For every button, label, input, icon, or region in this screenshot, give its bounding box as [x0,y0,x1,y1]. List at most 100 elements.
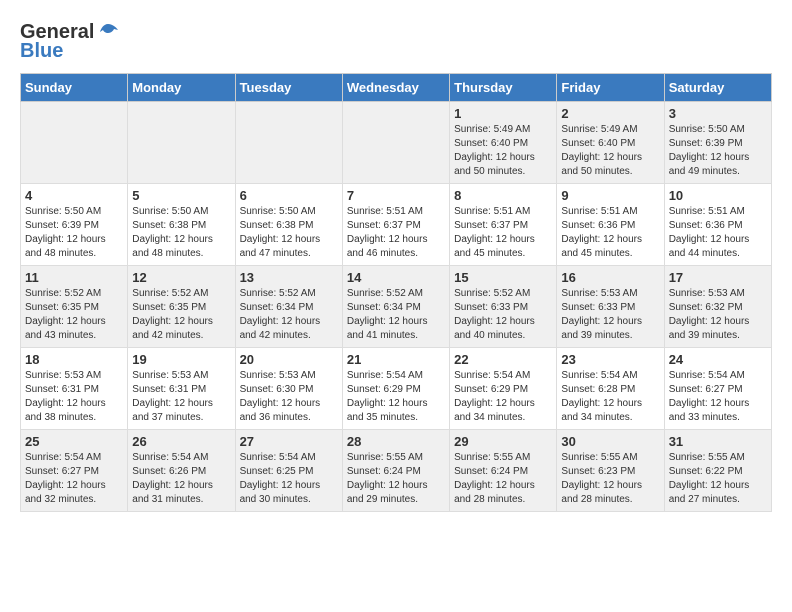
day-info: Sunrise: 5:51 AM Sunset: 6:37 PM Dayligh… [347,205,445,261]
day-info: Sunrise: 5:54 AM Sunset: 6:29 PM Dayligh… [347,369,445,425]
day-info: Sunrise: 5:53 AM Sunset: 6:33 PM Dayligh… [561,287,659,343]
calendar-header-monday: Monday [128,74,235,102]
day-info: Sunrise: 5:52 AM Sunset: 6:34 PM Dayligh… [347,287,445,343]
calendar-week-1: 1 Sunrise: 5:49 AM Sunset: 6:40 PM Daylig… [21,102,772,184]
calendar-cell: 25 Sunrise: 5:54 AM Sunset: 6:27 PM Dayli… [21,430,128,512]
calendar-cell: 9 Sunrise: 5:51 AM Sunset: 6:36 PM Daylig… [557,184,664,266]
day-info: Sunrise: 5:53 AM Sunset: 6:31 PM Dayligh… [132,369,230,425]
day-info: Sunrise: 5:53 AM Sunset: 6:32 PM Dayligh… [669,287,767,343]
day-number: 24 [669,352,767,367]
calendar-week-5: 25 Sunrise: 5:54 AM Sunset: 6:27 PM Dayli… [21,430,772,512]
day-number: 13 [240,270,338,285]
calendar-cell: 11 Sunrise: 5:52 AM Sunset: 6:35 PM Dayli… [21,266,128,348]
calendar-cell: 20Sunrise: 5:53 AM Sunset: 6:30 PM Dayli… [235,348,342,430]
calendar-week-2: 4Sunrise: 5:50 AM Sunset: 6:39 PM Daylig… [21,184,772,266]
day-info: Sunrise: 5:52 AM Sunset: 6:35 PM Dayligh… [25,287,123,343]
page: General Blue SundayMondayTuesdayWednesda… [0,0,792,532]
calendar-cell: 22Sunrise: 5:54 AM Sunset: 6:29 PM Dayli… [450,348,557,430]
calendar-table: SundayMondayTuesdayWednesdayThursdayFrid… [20,73,772,512]
calendar-cell: 19 Sunrise: 5:53 AM Sunset: 6:31 PM Dayli… [128,348,235,430]
calendar-cell: 6Sunrise: 5:50 AM Sunset: 6:38 PM Daylig… [235,184,342,266]
day-info: Sunrise: 5:49 AM Sunset: 6:40 PM Dayligh… [561,123,659,179]
calendar-header-row: SundayMondayTuesdayWednesdayThursdayFrid… [21,74,772,102]
day-info: Sunrise: 5:53 AM Sunset: 6:31 PM Dayligh… [25,369,123,425]
day-number: 9 [561,188,659,203]
calendar-header-saturday: Saturday [664,74,771,102]
day-number: 12 [132,270,230,285]
day-number: 6 [240,188,338,203]
header: General Blue [20,20,772,63]
calendar-cell [128,102,235,184]
calendar-cell [342,102,449,184]
calendar-cell [235,102,342,184]
calendar-cell: 17 Sunrise: 5:53 AM Sunset: 6:32 PM Dayli… [664,266,771,348]
calendar-header-friday: Friday [557,74,664,102]
calendar-header-wednesday: Wednesday [342,74,449,102]
calendar-cell: 4Sunrise: 5:50 AM Sunset: 6:39 PM Daylig… [21,184,128,266]
day-number: 10 [669,188,767,203]
calendar-cell: 28Sunrise: 5:55 AM Sunset: 6:24 PM Dayli… [342,430,449,512]
day-info: Sunrise: 5:49 AM Sunset: 6:40 PM Dayligh… [454,123,552,179]
day-info: Sunrise: 5:55 AM Sunset: 6:24 PM Dayligh… [454,451,552,507]
day-number: 7 [347,188,445,203]
day-number: 28 [347,434,445,449]
day-number: 17 [669,270,767,285]
day-number: 26 [132,434,230,449]
day-info: Sunrise: 5:54 AM Sunset: 6:25 PM Dayligh… [240,451,338,507]
day-number: 14 [347,270,445,285]
calendar-cell: 1 Sunrise: 5:49 AM Sunset: 6:40 PM Daylig… [450,102,557,184]
day-number: 5 [132,188,230,203]
calendar-week-4: 18 Sunrise: 5:53 AM Sunset: 6:31 PM Dayli… [21,348,772,430]
logo-blue-text: Blue [20,40,63,63]
calendar-cell: 26 Sunrise: 5:54 AM Sunset: 6:26 PM Dayli… [128,430,235,512]
day-number: 31 [669,434,767,449]
calendar-cell: 21Sunrise: 5:54 AM Sunset: 6:29 PM Dayli… [342,348,449,430]
day-number: 29 [454,434,552,449]
day-info: Sunrise: 5:52 AM Sunset: 6:33 PM Dayligh… [454,287,552,343]
calendar-cell: 3Sunrise: 5:50 AM Sunset: 6:39 PM Daylig… [664,102,771,184]
calendar-cell: 8Sunrise: 5:51 AM Sunset: 6:37 PM Daylig… [450,184,557,266]
calendar-cell: 2 Sunrise: 5:49 AM Sunset: 6:40 PM Daylig… [557,102,664,184]
calendar-cell: 16Sunrise: 5:53 AM Sunset: 6:33 PM Dayli… [557,266,664,348]
calendar-cell: 24Sunrise: 5:54 AM Sunset: 6:27 PM Dayli… [664,348,771,430]
day-number: 30 [561,434,659,449]
day-number: 19 [132,352,230,367]
day-info: Sunrise: 5:55 AM Sunset: 6:22 PM Dayligh… [669,451,767,507]
day-number: 15 [454,270,552,285]
calendar-cell: 27Sunrise: 5:54 AM Sunset: 6:25 PM Dayli… [235,430,342,512]
day-info: Sunrise: 5:55 AM Sunset: 6:23 PM Dayligh… [561,451,659,507]
day-number: 2 [561,106,659,121]
calendar-header-tuesday: Tuesday [235,74,342,102]
day-info: Sunrise: 5:54 AM Sunset: 6:29 PM Dayligh… [454,369,552,425]
calendar-cell: 5 Sunrise: 5:50 AM Sunset: 6:38 PM Daylig… [128,184,235,266]
day-number: 3 [669,106,767,121]
calendar-cell: 7 Sunrise: 5:51 AM Sunset: 6:37 PM Daylig… [342,184,449,266]
calendar-cell: 29 Sunrise: 5:55 AM Sunset: 6:24 PM Dayli… [450,430,557,512]
day-info: Sunrise: 5:50 AM Sunset: 6:39 PM Dayligh… [25,205,123,261]
day-info: Sunrise: 5:54 AM Sunset: 6:26 PM Dayligh… [132,451,230,507]
day-info: Sunrise: 5:52 AM Sunset: 6:35 PM Dayligh… [132,287,230,343]
day-number: 1 [454,106,552,121]
day-number: 11 [25,270,123,285]
day-number: 25 [25,434,123,449]
calendar-cell: 12 Sunrise: 5:52 AM Sunset: 6:35 PM Dayli… [128,266,235,348]
logo: General Blue [20,20,120,63]
day-info: Sunrise: 5:51 AM Sunset: 6:37 PM Dayligh… [454,205,552,261]
day-info: Sunrise: 5:54 AM Sunset: 6:27 PM Dayligh… [25,451,123,507]
calendar-cell: 31 Sunrise: 5:55 AM Sunset: 6:22 PM Dayli… [664,430,771,512]
logo-bird-icon [96,20,120,44]
day-info: Sunrise: 5:54 AM Sunset: 6:28 PM Dayligh… [561,369,659,425]
day-number: 18 [25,352,123,367]
calendar-header-sunday: Sunday [21,74,128,102]
calendar-cell: 13 Sunrise: 5:52 AM Sunset: 6:34 PM Dayli… [235,266,342,348]
day-info: Sunrise: 5:52 AM Sunset: 6:34 PM Dayligh… [240,287,338,343]
calendar-cell: 18 Sunrise: 5:53 AM Sunset: 6:31 PM Dayli… [21,348,128,430]
day-number: 23 [561,352,659,367]
calendar-cell: 14 Sunrise: 5:52 AM Sunset: 6:34 PM Dayli… [342,266,449,348]
day-info: Sunrise: 5:50 AM Sunset: 6:38 PM Dayligh… [132,205,230,261]
day-info: Sunrise: 5:51 AM Sunset: 6:36 PM Dayligh… [561,205,659,261]
day-info: Sunrise: 5:53 AM Sunset: 6:30 PM Dayligh… [240,369,338,425]
calendar-header-thursday: Thursday [450,74,557,102]
day-info: Sunrise: 5:51 AM Sunset: 6:36 PM Dayligh… [669,205,767,261]
calendar-cell: 10 Sunrise: 5:51 AM Sunset: 6:36 PM Dayli… [664,184,771,266]
